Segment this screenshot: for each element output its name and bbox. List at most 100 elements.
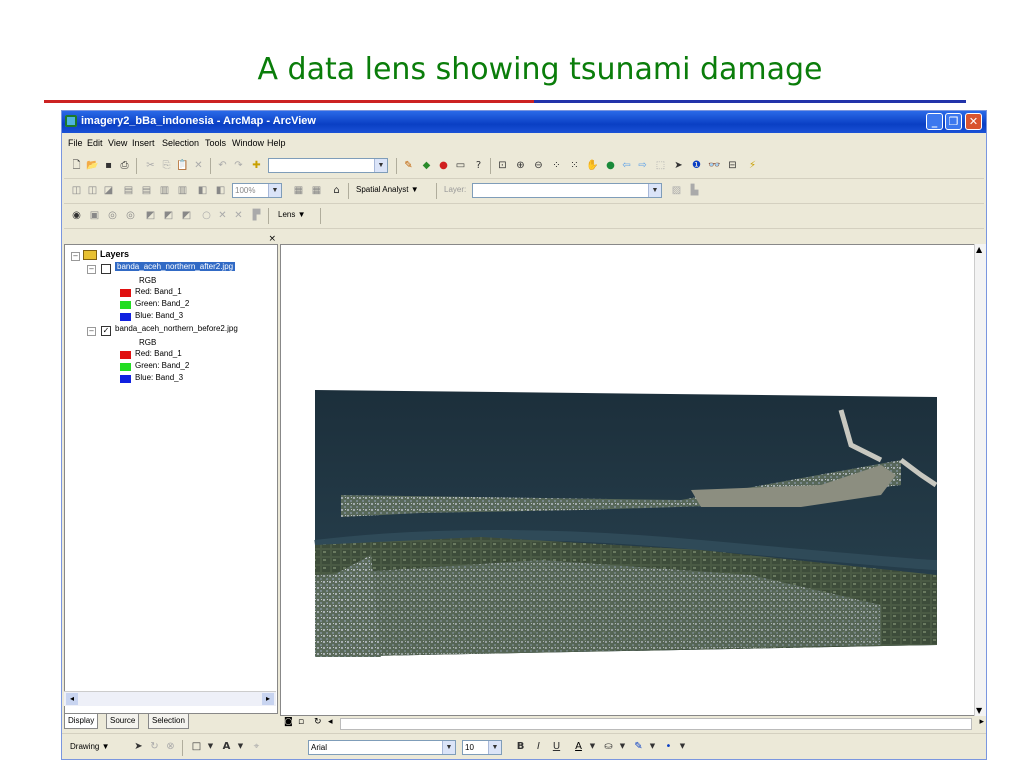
new-document-icon[interactable]: 🗋: [70, 159, 83, 172]
lens-tool-9-icon[interactable]: ✕: [216, 209, 229, 222]
close-button[interactable]: ✕: [965, 113, 982, 130]
drawing-menu[interactable]: Drawing ▼: [70, 742, 109, 751]
lens-tool-11-icon[interactable]: ▛: [250, 209, 263, 222]
select-features-icon[interactable]: ⬚: [654, 159, 667, 172]
edit-vertices-icon[interactable]: ⌖: [250, 740, 263, 753]
paste-icon[interactable]: 📋: [176, 159, 189, 172]
command-line-icon[interactable]: ▭: [454, 159, 467, 172]
layout-tool-5-icon[interactable]: ▤: [140, 184, 153, 197]
layout-tool-7-icon[interactable]: ▥: [176, 184, 189, 197]
zoom-percent-combo[interactable]: 100% ▼: [232, 183, 282, 198]
lens-tool-7-icon[interactable]: ◩: [180, 209, 193, 222]
toc-close-icon[interactable]: ×: [268, 234, 276, 244]
layout-tool-2-icon[interactable]: ◫: [86, 184, 99, 197]
tab-display[interactable]: Display: [64, 713, 99, 729]
map-vertical-scrollbar[interactable]: ▲ ▼: [974, 244, 986, 716]
map-scale-combo[interactable]: ▼: [268, 158, 388, 173]
layout-tool-10-icon[interactable]: ▦: [292, 184, 305, 197]
scroll-right-icon[interactable]: ▸: [262, 693, 274, 705]
layers-root-label[interactable]: Layers: [100, 249, 129, 259]
layout-tool-9-icon[interactable]: ◧: [214, 184, 227, 197]
identify-icon[interactable]: ❶: [690, 159, 703, 172]
redo-icon[interactable]: ↷: [232, 159, 245, 172]
font-color-icon[interactable]: A: [572, 740, 585, 753]
fixed-zoom-in-icon[interactable]: ⁘: [550, 159, 563, 172]
layout-view-icon[interactable]: ▫: [298, 717, 304, 727]
globe-icon[interactable]: ●: [604, 159, 617, 172]
maximize-button[interactable]: ❐: [945, 113, 962, 130]
menu-selection[interactable]: Selection: [162, 138, 199, 148]
histogram-icon[interactable]: ▙: [688, 184, 701, 197]
menu-edit[interactable]: Edit: [87, 138, 103, 148]
chevron-down-icon[interactable]: ▼: [586, 740, 599, 753]
map-horizontal-scrollbar[interactable]: [340, 718, 972, 730]
line-color-icon[interactable]: ✎: [632, 740, 645, 753]
marker-color-icon[interactable]: •: [662, 740, 675, 753]
pan-hand-icon[interactable]: ✋: [586, 159, 599, 172]
arctoolbox-icon[interactable]: ◆: [420, 159, 433, 172]
menu-file[interactable]: File: [68, 138, 83, 148]
refresh-icon[interactable]: ↻: [314, 717, 322, 727]
zoom-in-icon[interactable]: ⊕: [514, 159, 527, 172]
scroll-down-icon[interactable]: ▼: [976, 706, 982, 715]
select-elements-icon[interactable]: ➤: [132, 740, 145, 753]
chevron-down-icon[interactable]: ▼: [204, 740, 217, 753]
collapse-layer2-icon[interactable]: −: [87, 327, 96, 336]
lens-menu[interactable]: Lens ▼: [278, 210, 306, 219]
lens-tool-3-icon[interactable]: ◎: [106, 209, 119, 222]
chevron-down-icon[interactable]: ▼: [234, 740, 247, 753]
zoom-whole-page-icon[interactable]: ⊗: [164, 740, 177, 753]
rectangle-icon[interactable]: □: [190, 740, 203, 753]
font-size-combo[interactable]: 10 ▼: [462, 740, 502, 755]
measure-icon[interactable]: ⊟: [726, 159, 739, 172]
menu-tools[interactable]: Tools: [205, 138, 226, 148]
save-icon[interactable]: ▪: [102, 159, 115, 172]
lens-tool-1-icon[interactable]: ◉: [70, 209, 83, 222]
forward-arrow-icon[interactable]: ⇨: [636, 159, 649, 172]
toc-horizontal-scrollbar[interactable]: ◂ ▸: [64, 691, 276, 706]
scroll-right-icon[interactable]: ▸: [979, 717, 984, 727]
fixed-zoom-out-icon[interactable]: ⁙: [568, 159, 581, 172]
layer-combo[interactable]: ▼: [472, 183, 662, 198]
chevron-down-icon[interactable]: ▼: [646, 740, 659, 753]
rotate-icon[interactable]: ↻: [148, 740, 161, 753]
layout-tool-11-icon[interactable]: ▦: [310, 184, 323, 197]
chevron-down-icon[interactable]: ▼: [616, 740, 629, 753]
fill-color-icon[interactable]: ⛀: [602, 740, 615, 753]
layout-tool-6-icon[interactable]: ▥: [158, 184, 171, 197]
undo-icon[interactable]: ↶: [216, 159, 229, 172]
layout-tool-3-icon[interactable]: ◪: [102, 184, 115, 197]
raster-tool-icon[interactable]: ▨: [670, 184, 683, 197]
font-name-combo[interactable]: Arial ▼: [308, 740, 456, 755]
menu-insert[interactable]: Insert: [132, 138, 155, 148]
text-tool-icon[interactable]: A: [220, 740, 233, 753]
layout-tool-1-icon[interactable]: ◫: [70, 184, 83, 197]
back-arrow-icon[interactable]: ⇦: [620, 159, 633, 172]
data-view-icon[interactable]: ◙: [284, 717, 293, 727]
menu-view[interactable]: View: [108, 138, 127, 148]
lens-tool-8-icon[interactable]: ○: [200, 209, 213, 222]
scroll-up-icon[interactable]: ▲: [976, 245, 982, 254]
layer1-visibility-checkbox[interactable]: [101, 264, 111, 274]
editor-toolbar-icon[interactable]: ✎: [402, 159, 415, 172]
find-binoculars-icon[interactable]: 👓: [708, 159, 721, 172]
tab-source[interactable]: Source: [106, 713, 140, 729]
delete-icon[interactable]: ✕: [192, 159, 205, 172]
zoom-out-icon[interactable]: ⊖: [532, 159, 545, 172]
italic-icon[interactable]: I: [532, 740, 545, 753]
layer2-visibility-checkbox[interactable]: ✓: [101, 326, 111, 336]
chevron-down-icon[interactable]: ▼: [676, 740, 689, 753]
underline-icon[interactable]: U: [550, 740, 563, 753]
map-view[interactable]: [280, 244, 986, 716]
toolbox-red-icon[interactable]: ●: [437, 159, 450, 172]
whats-this-help-icon[interactable]: ?: [472, 159, 485, 172]
tab-selection[interactable]: Selection: [148, 713, 189, 729]
spatial-analyst-menu[interactable]: Spatial Analyst ▼: [356, 185, 419, 194]
scroll-left-icon[interactable]: ◂: [328, 717, 333, 727]
full-extent-icon[interactable]: ⊡: [496, 159, 509, 172]
collapse-layer1-icon[interactable]: −: [87, 265, 96, 274]
copy-icon[interactable]: ⎘: [160, 159, 173, 172]
open-folder-icon[interactable]: 📂: [86, 159, 99, 172]
menu-window[interactable]: Window: [232, 138, 264, 148]
scroll-left-icon[interactable]: ◂: [66, 693, 78, 705]
